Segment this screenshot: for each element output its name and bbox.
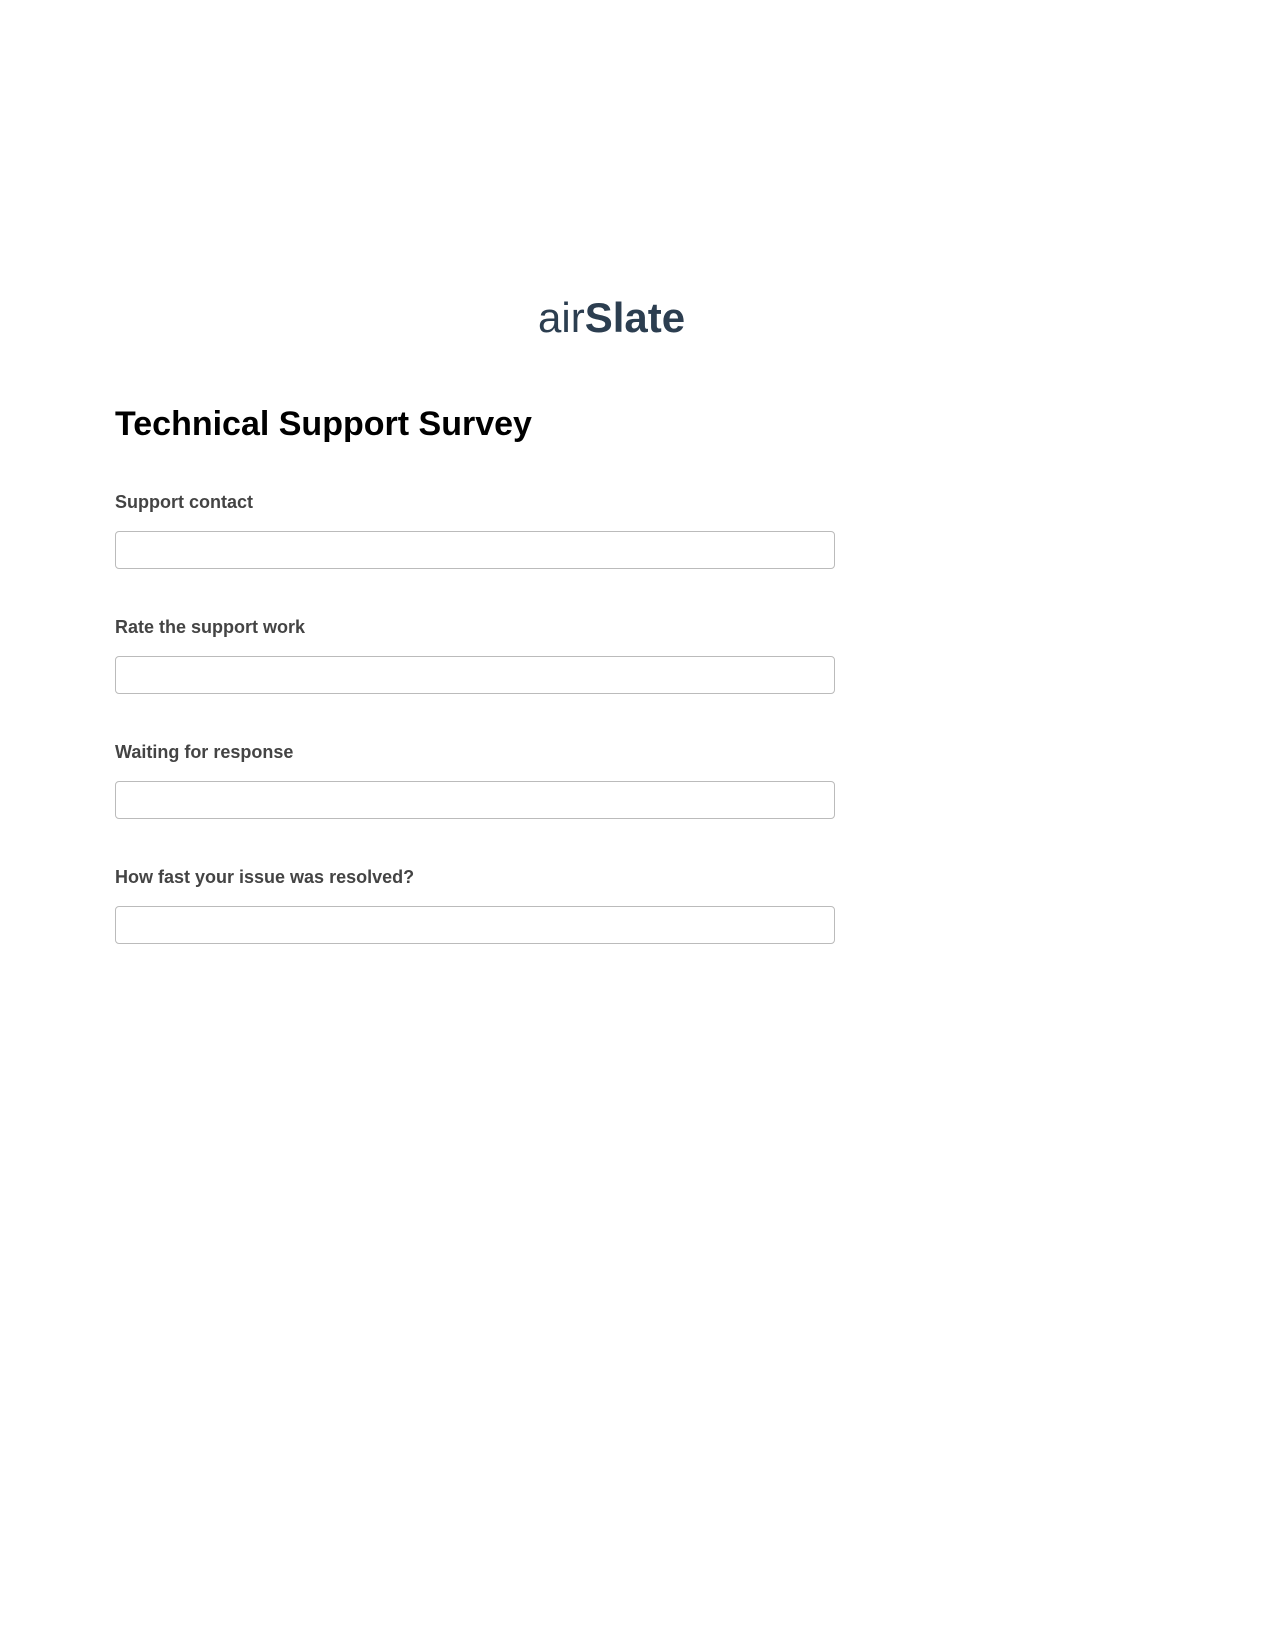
label-support-contact: Support contact	[115, 492, 1160, 513]
input-issue-resolved[interactable]	[115, 906, 835, 944]
input-support-contact[interactable]	[115, 531, 835, 569]
label-rate-support: Rate the support work	[115, 617, 1160, 638]
label-issue-resolved: How fast your issue was resolved?	[115, 867, 1160, 888]
input-waiting-response[interactable]	[115, 781, 835, 819]
field-waiting-response: Waiting for response	[115, 742, 1160, 819]
airslate-logo: airSlate	[538, 290, 738, 355]
logo-wrap: airSlate	[115, 290, 1160, 355]
form-container: airSlate Technical Support Survey Suppor…	[0, 0, 1275, 944]
field-support-contact: Support contact	[115, 492, 1160, 569]
svg-text:airSlate: airSlate	[538, 294, 685, 341]
input-rate-support[interactable]	[115, 656, 835, 694]
field-issue-resolved: How fast your issue was resolved?	[115, 867, 1160, 944]
label-waiting-response: Waiting for response	[115, 742, 1160, 763]
page-title: Technical Support Survey	[115, 405, 1160, 444]
field-rate-support: Rate the support work	[115, 617, 1160, 694]
